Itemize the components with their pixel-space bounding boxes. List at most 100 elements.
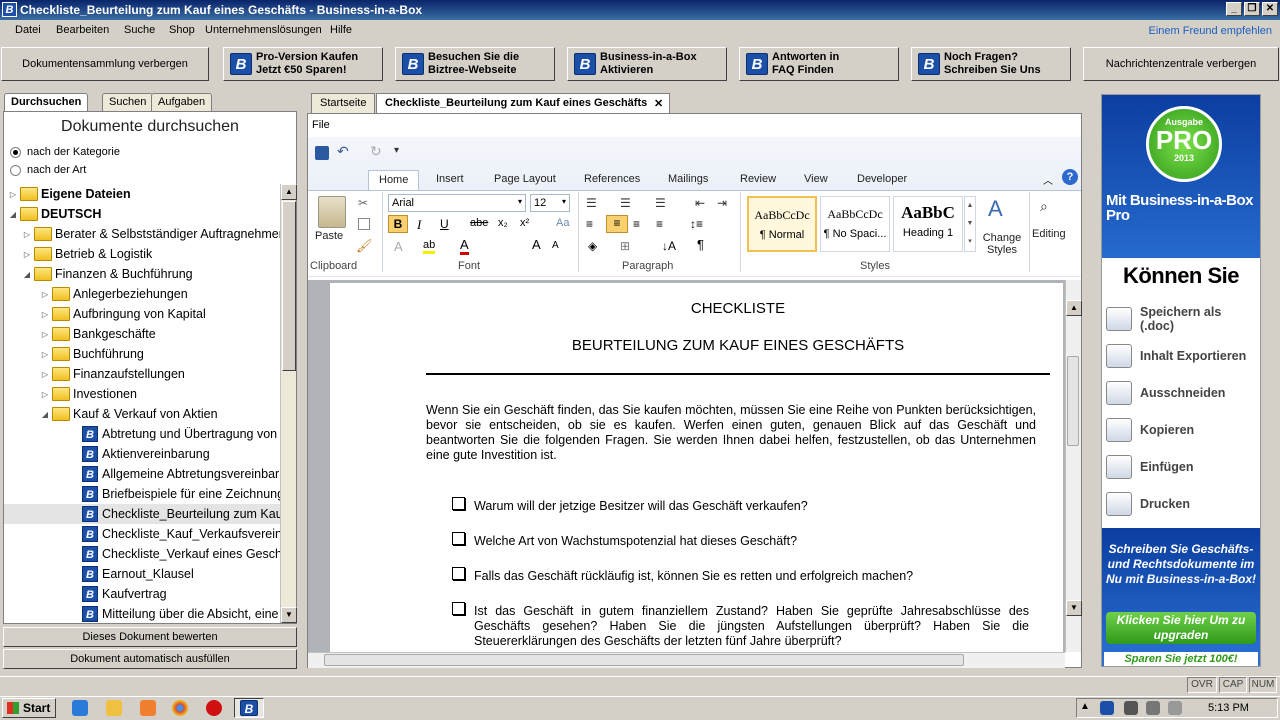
tree-folder[interactable]: ◢ Finanzen & Buchführung (4, 264, 280, 284)
bullets-icon[interactable]: ☰ (586, 196, 597, 210)
redo-icon[interactable]: ↻ (370, 143, 382, 160)
bold-button[interactable]: B (388, 215, 408, 233)
align-right-icon[interactable]: ≡ (633, 217, 640, 231)
format-painter-icon[interactable]: 🖌 (356, 238, 373, 254)
hide-news-button[interactable]: Nachrichtenzentrale verbergen (1083, 47, 1279, 81)
close-tab-icon[interactable]: ✕ (654, 97, 663, 110)
customize-qat-icon[interactable]: ▾ (394, 145, 399, 156)
media-player-icon[interactable] (140, 700, 156, 716)
minimize-button[interactable]: _ (1226, 2, 1242, 16)
change-styles-icon[interactable]: A (988, 196, 1003, 222)
ribbon-tab-insert[interactable]: Insert (426, 170, 474, 190)
numbering-icon[interactable]: ☰ (620, 196, 631, 210)
menu-hilfe[interactable]: Hilfe (330, 24, 352, 36)
recommend-friend-link[interactable]: Einem Freund empfehlen (1148, 25, 1272, 37)
undo-icon[interactable]: ↶ (337, 143, 349, 160)
collapsed-arrow-icon[interactable]: ▷ (40, 290, 50, 299)
start-button[interactable]: Start (2, 698, 56, 718)
highlight-icon[interactable]: ab (423, 239, 436, 254)
tree-document[interactable]: B Allgemeine Abtretungsvereinbarung (4, 464, 280, 484)
tree-folder[interactable]: ◢ Kauf & Verkauf von Aktien (4, 404, 280, 424)
upgrade-button[interactable]: Klicken Sie hier Um zu upgraden (1106, 612, 1256, 644)
show-marks-button[interactable]: ¶ (697, 237, 704, 252)
radio-by-type[interactable]: nach der Art (10, 164, 86, 176)
sort-icon[interactable]: ↓A (662, 239, 676, 253)
tree-document[interactable]: B Checkliste_Kauf_Verkaufsvereinbarung (4, 524, 280, 544)
collapsed-arrow-icon[interactable]: ▷ (22, 250, 32, 259)
font-name-select[interactable]: Arial ▾ (388, 194, 526, 212)
taskbar-app-button[interactable]: B (234, 698, 264, 718)
checkbox-icon[interactable] (452, 497, 465, 510)
tray-app-icon[interactable] (1100, 701, 1114, 715)
menu-suche[interactable]: Suche (124, 24, 155, 36)
tab-startseite[interactable]: Startseite (311, 93, 376, 113)
collapsed-arrow-icon[interactable]: ▷ (40, 310, 50, 319)
clock[interactable]: 5:13 PM (1208, 702, 1249, 714)
subscript-button[interactable]: x₂ (498, 217, 508, 229)
ribbon-tab-review[interactable]: Review (730, 170, 786, 190)
visit-website-button[interactable]: B Besuchen Sie die Biztree-Webseite (395, 47, 555, 81)
menu-datei[interactable]: Datei (15, 24, 41, 36)
scroll-thumb[interactable] (324, 654, 964, 666)
tab-aufgaben[interactable]: Aufgaben (151, 93, 213, 111)
change-styles-button[interactable]: Change Styles (980, 232, 1024, 256)
tree-folder[interactable]: ▷ Investionen (4, 384, 280, 404)
strikethrough-button[interactable]: abe (470, 217, 488, 229)
document-vscrollbar[interactable]: ▲ ▼ (1065, 280, 1082, 652)
tab-suchen[interactable]: Suchen (102, 93, 154, 111)
align-center-icon[interactable]: ≡ (606, 215, 628, 233)
tree-document[interactable]: B Briefbeispiele für eine Zeichnung (4, 484, 280, 504)
superscript-button[interactable]: x² (520, 217, 529, 229)
tree-folder[interactable]: ▷ Eigene Dateien (4, 184, 280, 204)
font-size-select[interactable]: 12 ▾ (530, 194, 570, 212)
help-icon[interactable]: ? (1062, 169, 1078, 185)
activate-button[interactable]: B Business-in-a-Box Aktivieren (567, 47, 727, 81)
ie-icon[interactable] (72, 700, 88, 716)
increase-indent-icon[interactable]: ⇥ (717, 196, 727, 210)
document-hscrollbar[interactable] (308, 652, 1065, 668)
contact-button[interactable]: B Noch Fragen? Schreiben Sie Uns (911, 47, 1071, 81)
ribbon-tab-home[interactable]: Home (368, 170, 420, 190)
tree-folder[interactable]: ▷ Anlegerbeziehungen (4, 284, 280, 304)
scroll-up-icon[interactable]: ▲ (1066, 300, 1082, 316)
text-effects-icon[interactable]: A (394, 239, 403, 254)
line-spacing-icon[interactable]: ↕≡ (690, 217, 703, 231)
paste-button[interactable]: Paste (315, 230, 343, 242)
align-left-icon[interactable]: ≡ (586, 217, 593, 231)
borders-icon[interactable]: ⊞ (620, 239, 630, 253)
tree-folder[interactable]: ▷ Berater & Selbstständiger Auftragnehmer (4, 224, 280, 244)
explorer-icon[interactable] (106, 700, 122, 716)
tree-folder[interactable]: ▷ Bankgeschäfte (4, 324, 280, 344)
checkbox-icon[interactable] (452, 567, 465, 580)
ribbon-tab-page-layout[interactable]: Page Layout (484, 170, 566, 190)
style-heading-1[interactable]: AaBbC Heading 1 (893, 196, 963, 252)
autofill-document-button[interactable]: Dokument automatisch ausfüllen (3, 649, 297, 669)
collapsed-arrow-icon[interactable]: ▷ (8, 190, 18, 199)
scroll-up-icon[interactable]: ▲ (281, 184, 297, 200)
radio-by-category[interactable]: nach der Kategorie (10, 146, 120, 158)
style-no-spacing[interactable]: AaBbCcDc ¶ No Spaci... (820, 196, 890, 252)
collapsed-arrow-icon[interactable]: ▷ (40, 350, 50, 359)
tree-document[interactable]: B Abtretung und Übertragung von (4, 424, 280, 444)
tree-scrollbar[interactable]: ▲ ▼ (280, 184, 297, 623)
tree-document[interactable]: B Checkliste_Beurteilung zum Kauf (4, 504, 280, 524)
volume-icon[interactable] (1146, 701, 1160, 715)
underline-button[interactable]: U (440, 217, 449, 231)
collapsed-arrow-icon[interactable]: ▷ (40, 370, 50, 379)
grow-font-button[interactable]: A (532, 237, 541, 252)
tab-durchsuchen[interactable]: Durchsuchen (4, 93, 89, 111)
clear-format-icon[interactable]: Aa (556, 217, 569, 229)
shading-icon[interactable]: ◈ (588, 239, 597, 253)
style-normal[interactable]: AaBbCcDc ¶ Normal (747, 196, 817, 252)
network-icon[interactable] (1124, 701, 1138, 715)
copy-icon[interactable] (358, 218, 370, 230)
tray-arrow-icon[interactable]: ▲ (1080, 701, 1092, 715)
faq-button[interactable]: B Antworten in FAQ Finden (739, 47, 899, 81)
menu-bearbeiten[interactable]: Bearbeiten (56, 24, 109, 36)
tree-document[interactable]: B Earnout_Klausel (4, 564, 280, 584)
file-menu[interactable]: File (312, 119, 330, 131)
save-icon[interactable] (315, 146, 329, 160)
tree-folder[interactable]: ▷ Betrieb & Logistik (4, 244, 280, 264)
ribbon-tab-mailings[interactable]: Mailings (658, 170, 718, 190)
scroll-thumb[interactable] (1067, 356, 1079, 446)
